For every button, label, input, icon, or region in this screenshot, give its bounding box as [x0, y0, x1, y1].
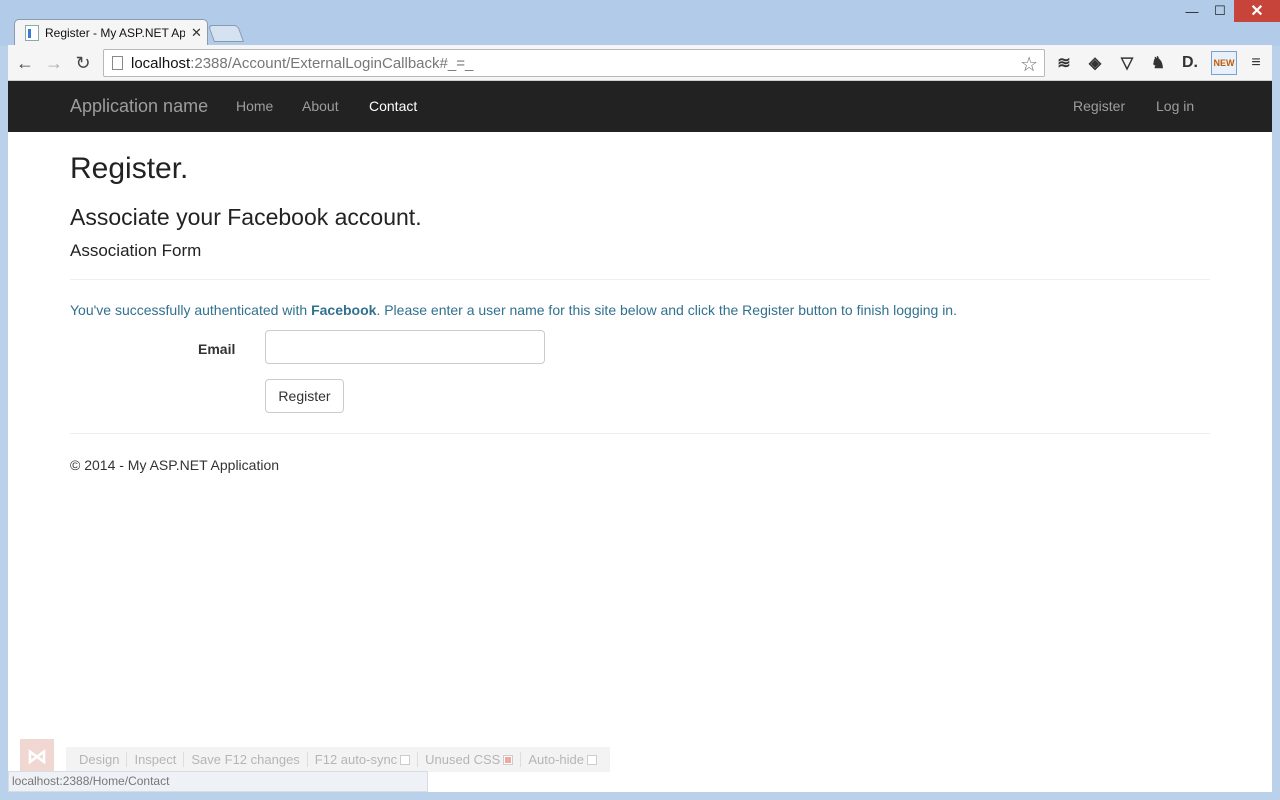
nav-link-home[interactable]: Home: [236, 81, 273, 132]
design-button[interactable]: Design: [72, 752, 128, 767]
nav-link-register[interactable]: Register: [1073, 81, 1125, 132]
maximize-icon[interactable]: ☐: [1206, 0, 1234, 22]
form-section-title: Association Form: [70, 241, 202, 260]
url-path: :2388/Account/ExternalLoginCallback#_=_: [190, 54, 474, 72]
title-bar: — ☐ ✕ Register - My ASP.NET Ap ✕: [0, 0, 1280, 46]
unused-css-toggle[interactable]: Unused CSS: [418, 752, 522, 767]
nav-link-login[interactable]: Log in: [1156, 81, 1194, 132]
browser-link-toolbar: Design Inspect Save F12 changes F12 auto…: [66, 747, 610, 772]
tab-close-icon[interactable]: ✕: [191, 25, 202, 41]
auto-hide-toggle[interactable]: Auto-hide: [521, 752, 604, 767]
minimize-icon[interactable]: —: [1178, 0, 1206, 22]
brand-link[interactable]: Application name: [70, 81, 208, 132]
provider-name: Facebook: [311, 302, 377, 318]
new-extension-icon[interactable]: NEW: [1211, 51, 1237, 75]
f12-auto-sync-toggle[interactable]: F12 auto-sync: [308, 752, 419, 767]
email-label: Email: [198, 341, 236, 357]
pocket-icon[interactable]: ▽: [1115, 51, 1139, 75]
bookmark-star-icon[interactable]: ☆: [1020, 52, 1038, 77]
reload-icon[interactable]: ↻: [72, 52, 94, 74]
divider: [70, 433, 1210, 434]
visual-studio-icon[interactable]: ⋈: [20, 739, 54, 773]
evernote-icon[interactable]: ♞: [1146, 51, 1170, 75]
window-controls: — ☐ ✕: [1178, 0, 1280, 22]
f12-auto-sync-checkbox[interactable]: [400, 754, 411, 765]
auto-hide-checkbox[interactable]: [586, 754, 597, 765]
back-arrow-icon[interactable]: ←: [14, 52, 36, 74]
page-icon: [112, 56, 123, 70]
browser-window: — ☐ ✕ Register - My ASP.NET Ap ✕ ← → ↻ l…: [0, 0, 1280, 800]
new-tab-button[interactable]: [207, 25, 245, 42]
page-subtitle: Associate your Facebook account.: [70, 204, 422, 230]
close-window-icon[interactable]: ✕: [1234, 0, 1280, 22]
info-prefix: You've successfully authenticated with: [70, 302, 312, 318]
save-f12-changes-button[interactable]: Save F12 changes: [184, 752, 308, 767]
buffer-icon[interactable]: ≋: [1052, 51, 1076, 75]
site-navbar: Application name Home About Contact Regi…: [8, 81, 1272, 132]
inspect-button[interactable]: Inspect: [127, 752, 185, 767]
url-host: localhost: [131, 54, 191, 72]
tab-title: Register - My ASP.NET Ap: [45, 26, 185, 40]
footer-copyright: © 2014 - My ASP.NET Application: [70, 457, 280, 473]
browser-tab[interactable]: Register - My ASP.NET Ap ✕: [14, 19, 208, 46]
auto-hide-label: Auto-hide: [528, 752, 584, 767]
status-bar: localhost:2388/Home/Contact: [8, 771, 428, 792]
info-message: You've successfully authenticated with F…: [70, 302, 957, 318]
page-favicon-icon: [25, 25, 39, 41]
divider: [70, 279, 1210, 280]
disqus-icon[interactable]: D.: [1178, 51, 1202, 75]
f12-auto-sync-label: F12 auto-sync: [314, 752, 398, 767]
unused-css-checkbox[interactable]: [503, 754, 514, 765]
unused-css-label: Unused CSS: [425, 752, 501, 767]
nav-link-about[interactable]: About: [302, 81, 339, 132]
browser-toolbar: ← → ↻ localhost :2388/Account/ExternalLo…: [8, 45, 1272, 81]
menu-icon[interactable]: ≡: [1244, 51, 1268, 75]
feedly-icon[interactable]: ◈: [1083, 51, 1107, 75]
nav-link-contact[interactable]: Contact: [369, 81, 417, 132]
info-suffix: . Please enter a user name for this site…: [376, 302, 957, 318]
address-bar[interactable]: localhost :2388/Account/ExternalLoginCal…: [103, 49, 1045, 77]
register-button[interactable]: Register: [265, 379, 344, 413]
email-field[interactable]: [265, 330, 545, 364]
page-viewport: Application name Home About Contact Regi…: [8, 81, 1272, 792]
page-title: Register.: [70, 152, 189, 185]
forward-arrow-icon[interactable]: →: [43, 52, 65, 74]
